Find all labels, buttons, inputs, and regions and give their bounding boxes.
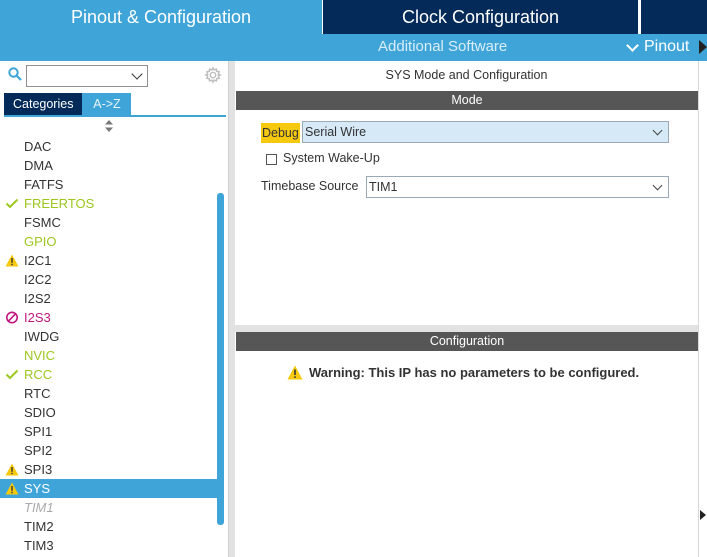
list-item-dma[interactable]: DMA [0, 156, 218, 175]
system-wakeup-label: System Wake-Up [283, 151, 380, 165]
mode-panel: SYS Mode and Configuration Mode Debug Se… [235, 61, 698, 325]
list-item-label: I2S3 [24, 310, 51, 325]
list-item-label: I2S2 [24, 291, 51, 306]
tab-alphabetical[interactable]: A->Z [82, 93, 132, 115]
search-input[interactable] [26, 65, 148, 87]
timebase-source-label: Timebase Source [261, 179, 359, 193]
list-item-i2c2[interactable]: I2C2 [0, 270, 218, 289]
right-edge-panel [698, 61, 707, 557]
disabled-icon [6, 311, 18, 324]
list-item-label: TIM3 [24, 538, 54, 553]
expand-arrow-icon[interactable] [700, 510, 706, 520]
list-item-label: DAC [24, 139, 52, 154]
system-wakeup-checkbox[interactable] [266, 154, 277, 165]
tab-underline [4, 115, 226, 117]
checkmark-icon [5, 369, 19, 380]
configuration-panel: Configuration Warning: This IP has no pa… [235, 332, 698, 557]
list-item-label: RTC [24, 386, 51, 401]
list-item-rcc[interactable]: RCC [0, 365, 218, 384]
list-item-label: TIM2 [24, 519, 54, 534]
list-item-label: RCC [24, 367, 53, 382]
list-item-freertos[interactable]: FREERTOS [0, 194, 218, 213]
chevron-down-icon [652, 125, 663, 136]
list-item-dac[interactable]: DAC [0, 137, 218, 156]
list-item-spi1[interactable]: SPI1 [0, 422, 218, 441]
mode-header: Mode [236, 91, 698, 110]
scrollbar-thumb[interactable] [217, 193, 224, 525]
gear-icon[interactable] [204, 66, 222, 84]
list-item-rtc[interactable]: RTC [0, 384, 218, 403]
list-item-i2s3[interactable]: I2S3 [0, 308, 218, 327]
warning-icon [287, 365, 303, 380]
chevron-down-icon [652, 180, 663, 191]
list-item-tim1[interactable]: TIM1 [0, 498, 218, 517]
warning-text: Warning: This IP has no parameters to be… [309, 365, 640, 380]
debug-select[interactable]: Serial Wire [302, 121, 669, 143]
list-item-label: I2C2 [24, 272, 52, 287]
tab-pinout-configuration[interactable]: Pinout & Configuration [0, 0, 322, 34]
search-icon [8, 67, 22, 81]
checkmark-icon [5, 198, 19, 209]
sort-icon[interactable] [104, 119, 114, 133]
component-list: DAC DMA FATFS FREERTOS FSMC GPIO I2C1 I2C2 I2S2 I… [0, 137, 218, 555]
list-item-tim3[interactable]: TIM3 [0, 536, 218, 555]
expand-arrow-icon[interactable] [699, 40, 707, 54]
list-item-label: IWDG [24, 329, 60, 344]
debug-select-value: Serial Wire [305, 125, 367, 139]
category-view-tabs: Categories A->Z [4, 93, 132, 115]
list-item-label: SPI1 [24, 424, 53, 439]
horizontal-splitter[interactable] [235, 325, 698, 332]
list-item-label: NVIC [24, 348, 56, 363]
list-item-label: TIM1 [24, 500, 54, 515]
component-list-panel: Categories A->Z DAC DMA FATFS FREERTOS FSMC G… [0, 61, 229, 557]
list-item-fsmc[interactable]: FSMC [0, 213, 218, 232]
list-item-label: I2C1 [24, 253, 52, 268]
configuration-header: Configuration [236, 332, 698, 351]
tab-clock-configuration[interactable]: Clock Configuration [322, 0, 638, 34]
timebase-select-value: TIM1 [369, 180, 398, 194]
sub-toolbar: Additional Software Pinout [0, 34, 707, 61]
list-item-fatfs[interactable]: FATFS [0, 175, 218, 194]
list-item-label: FREERTOS [24, 196, 95, 211]
list-item-i2c1[interactable]: I2C1 [0, 251, 218, 270]
panel-title: SYS Mode and Configuration [385, 68, 548, 82]
top-tabs: Pinout & Configuration Clock Configurati… [0, 0, 707, 34]
tab-project-manager[interactable] [640, 0, 707, 34]
tab-categories[interactable]: Categories [4, 93, 83, 115]
list-item-label: SPI3 [24, 462, 53, 477]
list-scrollbar[interactable] [217, 131, 225, 555]
warning-icon [5, 463, 19, 476]
chevron-down-icon[interactable] [131, 68, 143, 80]
warning-icon [5, 482, 19, 495]
list-item-label: DMA [24, 158, 53, 173]
list-item-label: FATFS [24, 177, 64, 192]
timebase-source-select[interactable]: TIM1 [366, 176, 669, 198]
list-item-spi3[interactable]: SPI3 [0, 460, 218, 479]
no-parameters-warning: Warning: This IP has no parameters to be… [287, 365, 639, 380]
list-item-spi2[interactable]: SPI2 [0, 441, 218, 460]
list-item-i2s2[interactable]: I2S2 [0, 289, 218, 308]
list-item-sdio[interactable]: SDIO [0, 403, 218, 422]
list-item-label: SYS [24, 481, 51, 496]
pinout-menu-button[interactable]: Pinout [626, 38, 690, 56]
chevron-down-icon [626, 38, 639, 52]
list-item-gpio[interactable]: GPIO [0, 232, 218, 251]
list-item-tim2[interactable]: TIM2 [0, 517, 218, 536]
pinout-menu-label: Pinout [644, 38, 690, 55]
list-item-label: FSMC [24, 215, 61, 230]
warning-icon [5, 254, 19, 267]
list-item-label: SPI2 [24, 443, 53, 458]
additional-software-button[interactable]: Additional Software [378, 38, 507, 55]
list-item-sys[interactable]: SYS [0, 479, 218, 498]
list-item-nvic[interactable]: NVIC [0, 346, 218, 365]
list-item-label: GPIO [24, 234, 57, 249]
debug-label: Debug [261, 123, 300, 143]
list-item-label: SDIO [24, 405, 56, 420]
list-item-iwdg[interactable]: IWDG [0, 327, 218, 346]
